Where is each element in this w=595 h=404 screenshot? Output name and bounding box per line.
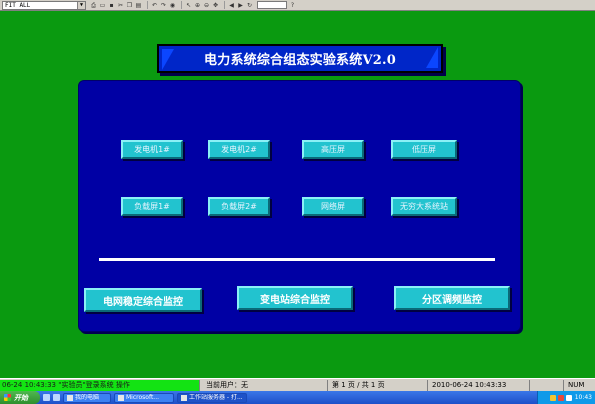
open-icon[interactable]: ▭ [99, 2, 106, 9]
zoom-in-icon[interactable]: ⊕ [194, 2, 201, 9]
window-icon [118, 394, 124, 401]
toolbar-separator [147, 1, 148, 9]
toolbar-separator [181, 1, 182, 9]
app-icon [181, 394, 187, 401]
load-panel-2-label: 负载屏2# [221, 202, 257, 211]
load-panel-2-button[interactable]: 负载屏2# [208, 197, 270, 216]
taskbar-item-label: Microsoft... [126, 393, 160, 401]
page-title: 电力系统综合组态实验系统V2.0 [204, 53, 396, 68]
network-panel-button[interactable]: 网络屏 [302, 197, 364, 216]
alarm-icon[interactable]: ◉ [169, 2, 176, 9]
low-voltage-panel-label: 低压屏 [412, 145, 436, 154]
taskbar: 开始 我的电脑 Microsoft... 工作站服务器 - 打... 10:43 [0, 391, 595, 404]
low-voltage-panel-button[interactable]: 低压屏 [391, 140, 457, 159]
ie-quicklaunch-icon[interactable] [43, 394, 50, 401]
clock[interactable]: 10:43 [575, 394, 592, 401]
chevron-down-icon[interactable]: ▼ [77, 1, 85, 9]
undo-icon[interactable]: ↶ [151, 2, 158, 9]
save-icon[interactable]: ▪ [108, 2, 115, 9]
high-voltage-panel-label: 高压屏 [321, 145, 345, 154]
generator-1-label: 发电机1# [134, 145, 170, 154]
grid-stability-monitor-button[interactable]: 电网稳定综合监控 [84, 288, 202, 312]
security-icon[interactable] [557, 394, 564, 401]
title-banner: 电力系统综合组态实验系统V2.0 [157, 44, 443, 73]
print-icon[interactable]: ⎙ [90, 2, 97, 9]
windows-logo-icon [4, 394, 11, 401]
cut-icon[interactable]: ✂ [117, 2, 124, 9]
status-datetime: 2010-06-24 10:43:33 [430, 380, 530, 391]
status-alarm-message[interactable]: 06-24 10:43:33 "实验员"登录系统 操作 [0, 380, 200, 391]
start-label: 开始 [14, 393, 28, 402]
high-voltage-panel-button[interactable]: 高压屏 [302, 140, 364, 159]
divider [99, 258, 495, 261]
grid-stability-monitor-label: 电网稳定综合监控 [103, 296, 183, 308]
pan-icon[interactable]: ✥ [212, 2, 219, 9]
zoom-select[interactable]: FIT ALL ▼ [2, 0, 86, 10]
zone-frequency-monitor-label: 分区调频监控 [422, 294, 482, 306]
network-icon[interactable] [549, 394, 556, 401]
load-panel-1-label: 负载屏1# [134, 202, 170, 211]
help-icon[interactable]: ? [289, 2, 296, 9]
substation-monitor-label: 变电站综合监控 [260, 294, 330, 306]
status-numlock: NUM [568, 381, 585, 389]
taskbar-item-microsoft[interactable]: Microsoft... [114, 392, 174, 403]
toolbar-icons: ⎙ ▭ ▪ ✂ ❐ ▤ ↶ ↷ ◉ ↖ ⊕ ⊖ ✥ ◀ ▶ ↻? [90, 1, 298, 9]
status-page-indicator: 第 1 页 / 共 1 页 [330, 380, 428, 391]
zone-frequency-monitor-button[interactable]: 分区调频监控 [394, 286, 510, 310]
status-extra [532, 380, 564, 391]
network-panel-label: 网络屏 [321, 202, 345, 211]
infinite-system-station-label: 无穷大系统站 [400, 202, 448, 211]
substation-monitor-button[interactable]: 变电站综合监控 [237, 286, 353, 310]
zoom-select-value: FIT ALL [5, 1, 31, 9]
copy-icon[interactable]: ❐ [126, 2, 133, 9]
statusbar: 06-24 10:43:33 "实验员"登录系统 操作 当前用户：无 第 1 页… [0, 378, 595, 391]
generator-2-label: 发电机2# [221, 145, 257, 154]
desktop-quicklaunch-icon[interactable] [53, 394, 60, 401]
forward-icon[interactable]: ▶ [237, 2, 244, 9]
toolbar-separator [224, 1, 225, 9]
taskbar-item-label: 我的电脑 [75, 393, 100, 401]
back-icon[interactable]: ◀ [228, 2, 235, 9]
system-tray: 10:43 [537, 391, 595, 404]
generator-2-button[interactable]: 发电机2# [208, 140, 270, 159]
taskbar-item-my-computer[interactable]: 我的电脑 [63, 392, 111, 403]
paste-icon[interactable]: ▤ [135, 2, 142, 9]
zoom-out-icon[interactable]: ⊖ [203, 2, 210, 9]
redo-icon[interactable]: ↷ [160, 2, 167, 9]
volume-icon[interactable] [565, 394, 572, 401]
select-icon[interactable]: ↖ [185, 2, 192, 9]
generator-1-button[interactable]: 发电机1# [121, 140, 183, 159]
status-current-user: 当前用户：无 [204, 380, 328, 391]
toolbar-input[interactable] [257, 1, 287, 9]
refresh-icon[interactable]: ↻ [246, 2, 253, 9]
load-panel-1-button[interactable]: 负载屏1# [121, 197, 183, 216]
computer-icon [67, 394, 73, 401]
start-button[interactable]: 开始 [0, 391, 40, 404]
infinite-system-station-button[interactable]: 无穷大系统站 [391, 197, 457, 216]
taskbar-item-label: 工作站服务器 - 打... [189, 393, 243, 401]
taskbar-item-workstation[interactable]: 工作站服务器 - 打... [177, 392, 247, 403]
toolbar: FIT ALL ▼ ⎙ ▭ ▪ ✂ ❐ ▤ ↶ ↷ ◉ ↖ ⊕ ⊖ ✥ ◀ ▶ ↻? [0, 0, 595, 11]
